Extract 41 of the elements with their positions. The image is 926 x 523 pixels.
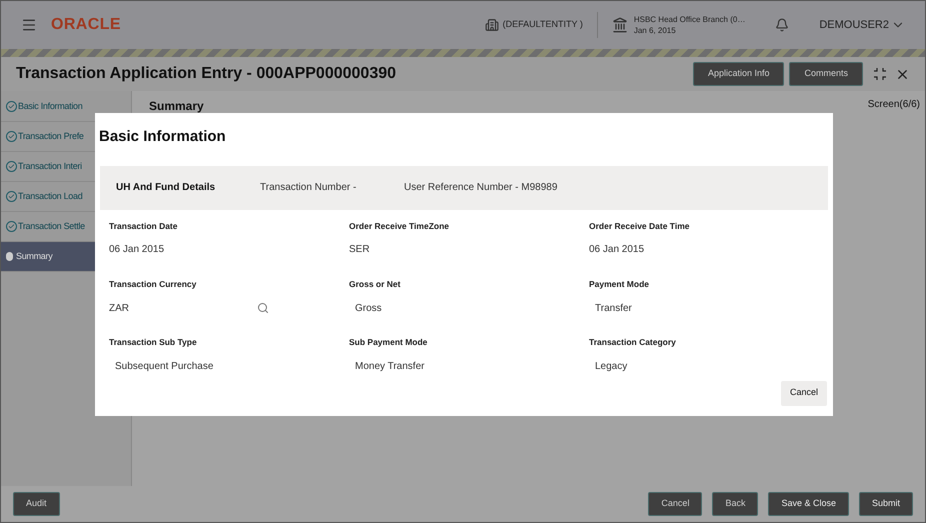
band-text: Transaction Number - (260, 181, 358, 195)
user-menu[interactable]: DEMOUSER2 (819, 16, 889, 34)
building-icon (484, 18, 499, 32)
field-value[interactable]: SER (349, 242, 370, 258)
search-icon[interactable] (257, 302, 269, 314)
current-step-icon (6, 252, 13, 261)
branch-date: Jan 6, 2015 (634, 25, 677, 36)
field-value[interactable]: Transfer (589, 300, 632, 316)
header-action-button[interactable]: Application Info (692, 62, 784, 86)
screen-counter: Screen(6/6) (868, 98, 920, 112)
footer-button[interactable]: Cancel (648, 492, 702, 516)
band-text: User Reference Number - M98989 (404, 181, 558, 195)
field-label: Order Receive TimeZone (349, 220, 450, 232)
field-label: Transaction Sub Type (109, 336, 198, 349)
header-action-button[interactable]: Comments (789, 62, 863, 86)
field-value[interactable]: Legacy (589, 358, 628, 374)
footer-button[interactable]: Submit (858, 492, 913, 516)
bank-icon (612, 17, 628, 33)
field-value[interactable]: Money Transfer (349, 358, 424, 374)
field-label: Payment Mode (589, 278, 650, 291)
field-value[interactable]: Gross (349, 300, 382, 316)
field-value[interactable]: 06 Jan 2015 (589, 242, 644, 258)
field-label: Order Receive Date Time (589, 220, 690, 232)
footer-button[interactable]: Back (712, 492, 758, 516)
field-value[interactable]: ZAR (109, 300, 129, 316)
field-label: Gross or Net (349, 278, 402, 291)
entity-label[interactable]: (DEFAULTENTITY ) (502, 18, 583, 32)
brand-logo: ORACLE (51, 15, 121, 35)
field-value[interactable]: Subsequent Purchase (109, 358, 214, 374)
branch-name[interactable]: HSBC Head Office Branch (0… (634, 14, 746, 25)
menu-icon[interactable] (21, 17, 37, 33)
content-heading: Summary (149, 98, 204, 115)
audit-button[interactable]: Audit (13, 492, 60, 516)
field-label: Sub Payment Mode (349, 336, 428, 349)
dialog-cancel-button[interactable]: Cancel (780, 380, 827, 406)
page-title: Transaction Application Entry - 000APP000000390 (16, 64, 396, 84)
field-label: Transaction Category (589, 336, 677, 349)
field-label: Transaction Currency (109, 278, 198, 291)
collapse-icon[interactable] (873, 67, 887, 81)
notification-icon[interactable] (775, 18, 790, 32)
footer-button[interactable]: Save & Close (768, 492, 849, 516)
